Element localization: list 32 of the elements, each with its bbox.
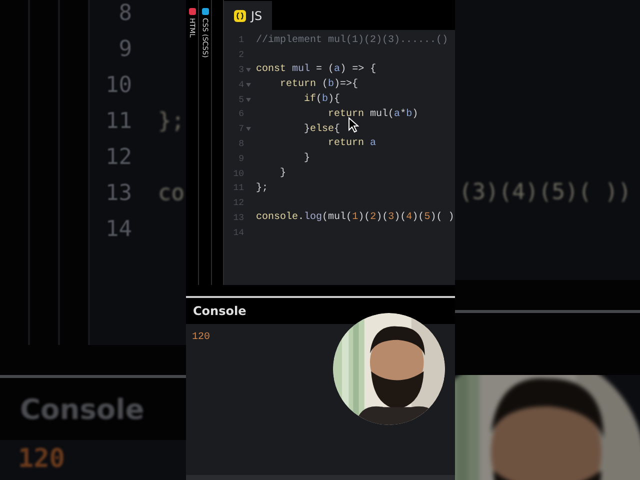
line-number: 10 [104,72,132,98]
console-title: Console [20,392,144,426]
fold-caret-icon[interactable] [246,68,250,72]
code-line: console.log(mul(1)(2)(3)(4)(5)( ) [256,212,454,224]
code-line: co [158,180,184,206]
code-line: //implement mul(1)(2)(3)......() [256,34,448,46]
code-line: }else{ [303,124,340,135]
braces-icon [234,10,246,22]
js-tab[interactable]: JS [224,1,272,30]
fold-caret-icon[interactable] [246,82,250,87]
fold-caret-icon[interactable] [246,98,250,102]
code-line: } [303,153,310,164]
line-number: 9 [118,36,132,62]
console-title: Console [193,304,246,318]
console-output: 120 [192,332,210,343]
line-number: 14 [104,216,132,242]
line-number: 12 [104,144,132,170]
code-line: } [279,168,286,180]
fold-caret-icon[interactable] [246,127,250,132]
code-line: return (b)=>{ [279,79,358,90]
code-line: (3)(4)(5)( )) [459,180,632,204]
line-number: 13 [104,180,132,206]
console-output: 120 [18,444,65,474]
code-line: return a [327,138,376,150]
line-number: 8 [118,0,132,26]
code-line: }; [158,108,184,134]
line-number: 11 [104,108,132,134]
mouse-pointer-icon [348,117,359,133]
code-line: return mul(a*b) [327,108,418,120]
code-line: }; [256,182,268,194]
code-line: const mul = (a) => { [256,64,376,76]
code-line: if(b){ [303,94,340,106]
